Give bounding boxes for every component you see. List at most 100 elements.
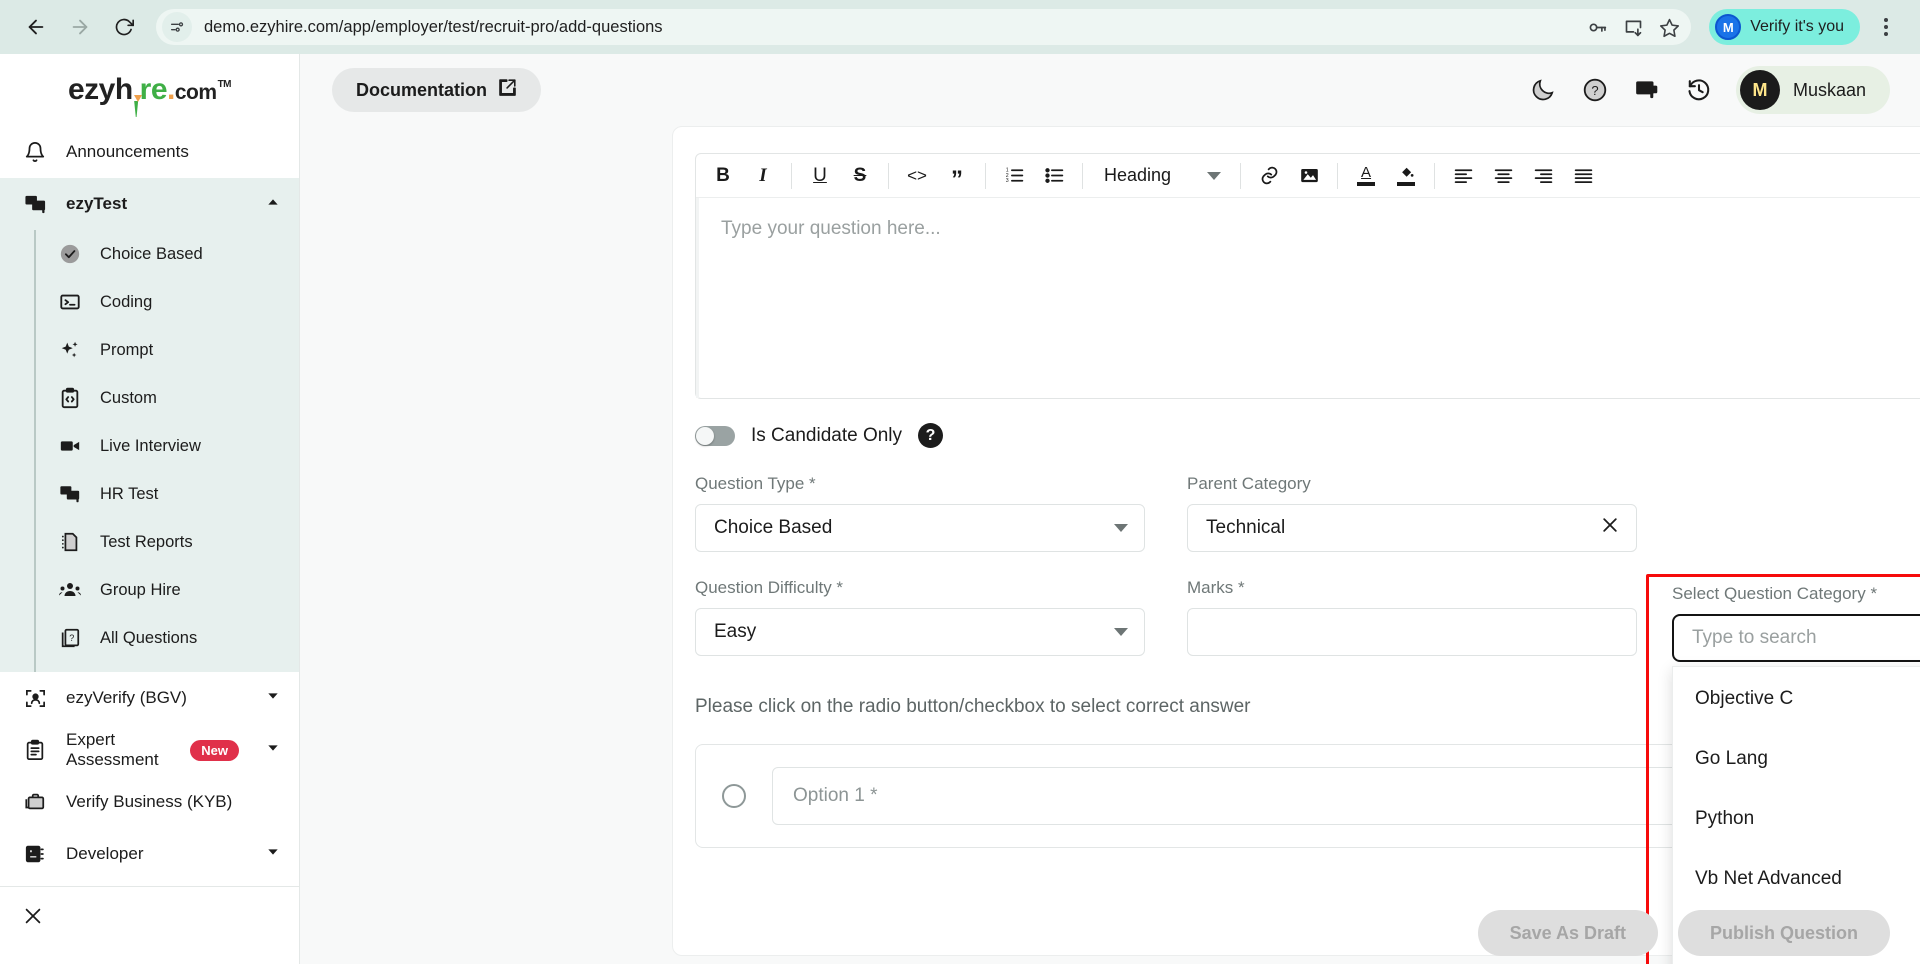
user-menu[interactable]: M Muskaan bbox=[1735, 66, 1890, 114]
sidebar-item-hr-test[interactable]: HR Test bbox=[36, 470, 299, 518]
marks-input[interactable] bbox=[1187, 608, 1637, 656]
sidebar-sublist: Choice Based Coding Prompt Custom Live I… bbox=[34, 230, 299, 672]
sidebar-item-choice-based[interactable]: Choice Based bbox=[36, 230, 299, 278]
bookmark-star-button[interactable] bbox=[1653, 11, 1685, 43]
install-app-button[interactable] bbox=[1617, 11, 1649, 43]
sidebar-item-custom[interactable]: Custom bbox=[36, 374, 299, 422]
forward-button[interactable] bbox=[60, 7, 100, 47]
chat-button[interactable] bbox=[1632, 75, 1662, 105]
select-question-category-label: Select Question Category * bbox=[1672, 584, 1878, 603]
documentation-button[interactable]: Documentation bbox=[332, 68, 542, 112]
align-left-icon bbox=[1454, 169, 1472, 183]
question-type-label: Question Type * bbox=[695, 474, 816, 493]
list-item[interactable]: Python bbox=[1673, 789, 1920, 849]
chat-bubbles-icon bbox=[58, 483, 82, 505]
ordered-list-button[interactable]: 123 bbox=[995, 159, 1033, 193]
dark-mode-moon-icon bbox=[1532, 79, 1554, 101]
sidebar-item-ezyverify-bgv[interactable]: ezyVerify (BGV) bbox=[0, 672, 299, 724]
address-bar[interactable]: demo.ezyhire.com/app/employer/test/recru… bbox=[156, 9, 1692, 45]
password-key-icon bbox=[1589, 23, 1606, 32]
save-as-draft-button[interactable]: Save As Draft bbox=[1477, 910, 1658, 956]
sidebar-item-label: Expert Assessment bbox=[66, 729, 159, 769]
is-candidate-only-label: Is Candidate Only bbox=[751, 424, 903, 446]
sidebar-item-announcements[interactable]: Announcements bbox=[0, 126, 299, 178]
verify-its-you-button[interactable]: M Verify it's you bbox=[1709, 9, 1860, 45]
sidebar-item-all-questions[interactable]: ? All Questions bbox=[36, 614, 299, 662]
app-header: Documentation ? M Muskaan bbox=[300, 54, 1920, 126]
question-difficulty-select[interactable]: Easy bbox=[695, 608, 1145, 656]
close-x-icon bbox=[22, 905, 44, 932]
image-icon bbox=[1300, 168, 1318, 183]
back-button[interactable] bbox=[16, 7, 56, 47]
sidebar-item-label: Coding bbox=[100, 292, 153, 311]
chat-bubbles-icon bbox=[22, 193, 48, 216]
sidebar-item-live-interview[interactable]: Live Interview bbox=[36, 422, 299, 470]
option-1-radio[interactable] bbox=[722, 784, 746, 808]
blockquote-button[interactable]: ” bbox=[938, 159, 976, 193]
align-right-button[interactable] bbox=[1524, 159, 1562, 193]
ordered-list-icon: 123 bbox=[1005, 168, 1023, 184]
code-block-button[interactable]: <> bbox=[898, 159, 936, 193]
dark-mode-toggle[interactable] bbox=[1528, 75, 1558, 105]
history-clock-icon bbox=[1688, 79, 1710, 101]
sidebar-group-header-ezytest[interactable]: ezyTest bbox=[0, 178, 299, 230]
insert-image-button[interactable] bbox=[1290, 159, 1328, 193]
font-color-button[interactable]: A bbox=[1347, 159, 1385, 193]
site-settings-button[interactable] bbox=[162, 12, 192, 42]
help-circle-icon[interactable]: ? bbox=[918, 423, 944, 448]
sidebar-item-label: ezyVerify (BGV) bbox=[66, 688, 187, 707]
select-question-category-placeholder-slot bbox=[1679, 474, 1920, 552]
strikethrough-button[interactable]: S bbox=[841, 159, 879, 193]
align-justify-button[interactable] bbox=[1564, 159, 1602, 193]
sidebar-item-coding[interactable]: Coding bbox=[36, 278, 299, 326]
publish-question-button[interactable]: Publish Question bbox=[1677, 910, 1890, 956]
avatar: M bbox=[1739, 70, 1780, 110]
bell-icon bbox=[22, 141, 48, 163]
app-logo[interactable]: ezyh re. com TM bbox=[0, 54, 299, 126]
sidebar-item-group-hire[interactable]: Group Hire bbox=[36, 566, 299, 614]
sidebar-collapse-button[interactable] bbox=[0, 887, 299, 949]
highlight-color-button[interactable] bbox=[1387, 159, 1425, 193]
list-item[interactable]: Vb Net Advanced bbox=[1673, 849, 1920, 909]
briefcase-icon bbox=[22, 791, 48, 813]
verify-label: Verify it's you bbox=[1750, 18, 1844, 35]
sidebar-item-verify-business-kyb[interactable]: Verify Business (KYB) bbox=[0, 776, 299, 828]
help-button[interactable]: ? bbox=[1580, 75, 1610, 105]
list-item[interactable]: Objective C bbox=[1673, 669, 1920, 729]
help-circle-icon: ? bbox=[1583, 78, 1607, 102]
question-text-input[interactable]: Type your question here... bbox=[696, 198, 1920, 398]
select-question-category-search-input[interactable]: Type to search bbox=[1672, 614, 1920, 662]
clear-parent-category-button[interactable] bbox=[1600, 515, 1620, 541]
italic-button[interactable]: I bbox=[744, 159, 782, 193]
divider bbox=[985, 162, 986, 189]
reload-button[interactable] bbox=[104, 7, 144, 47]
url-text: demo.ezyhire.com/app/employer/test/recru… bbox=[204, 17, 663, 36]
align-left-button[interactable] bbox=[1444, 159, 1482, 193]
divider bbox=[1082, 162, 1083, 189]
underline-button[interactable]: U bbox=[801, 159, 839, 193]
sidebar-item-prompt[interactable]: Prompt bbox=[36, 326, 299, 374]
parent-category-field: Parent Category Technical bbox=[1187, 474, 1637, 552]
is-candidate-only-row: Is Candidate Only ? bbox=[695, 423, 1920, 448]
form-row-1: Question Type * Choice Based Parent Cate… bbox=[695, 474, 1920, 552]
sidebar-item-label: HR Test bbox=[100, 484, 159, 503]
align-center-button[interactable] bbox=[1484, 159, 1522, 193]
marks-label: Marks * bbox=[1187, 578, 1245, 597]
bold-button[interactable]: B bbox=[704, 159, 742, 193]
question-type-select[interactable]: Choice Based bbox=[695, 504, 1145, 552]
insert-link-button[interactable] bbox=[1250, 159, 1288, 193]
sidebar-item-label: All Questions bbox=[100, 628, 198, 647]
bullet-list-button[interactable] bbox=[1035, 159, 1073, 193]
sidebar-item-test-reports[interactable]: Test Reports bbox=[36, 518, 299, 566]
highlight-color-swatch bbox=[1397, 182, 1416, 186]
list-item[interactable]: Go Lang bbox=[1673, 729, 1920, 789]
browser-menu-button[interactable] bbox=[1868, 9, 1904, 45]
link-icon bbox=[1261, 166, 1277, 185]
sidebar-item-expert-assessment[interactable]: Expert Assessment New bbox=[0, 724, 299, 776]
sidebar-item-developer[interactable]: Developer bbox=[0, 828, 299, 880]
parent-category-select[interactable]: Technical bbox=[1187, 504, 1637, 552]
password-key-button[interactable] bbox=[1581, 11, 1613, 43]
history-button[interactable] bbox=[1684, 75, 1714, 105]
heading-dropdown[interactable]: Heading bbox=[1092, 159, 1231, 193]
is-candidate-only-toggle[interactable] bbox=[695, 425, 735, 446]
